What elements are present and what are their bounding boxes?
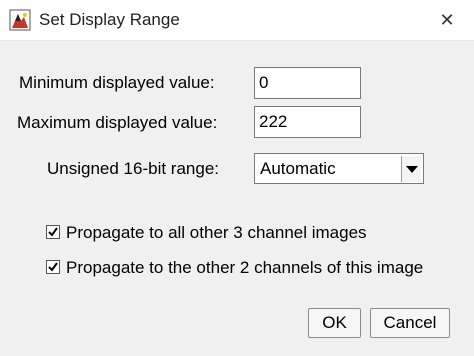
imagej-icon	[9, 9, 31, 31]
minimum-value-label: Minimum displayed value:	[19, 73, 215, 92]
check-icon	[48, 227, 58, 237]
maximum-value-label: Maximum displayed value:	[17, 113, 218, 132]
propagate-all-checkbox[interactable]	[46, 225, 60, 239]
propagate-all-option[interactable]: Propagate to all other 3 channel images	[46, 223, 406, 243]
dialog-body: Minimum displayed value: Maximum display…	[0, 41, 474, 356]
cancel-button-label: Cancel	[383, 313, 437, 332]
minimum-value-field[interactable]	[254, 67, 361, 99]
range-dropdown[interactable]: Automatic	[254, 153, 424, 184]
window-title: Set Display Range	[39, 10, 180, 29]
check-icon	[48, 262, 58, 272]
maximum-value-field[interactable]	[254, 106, 361, 138]
range-selected-value: Automatic	[260, 159, 336, 178]
cancel-button[interactable]: Cancel	[370, 308, 450, 338]
title-bar: Set Display Range ✕	[0, 0, 474, 41]
propagate-channels-checkbox[interactable]	[46, 260, 60, 274]
close-icon[interactable]: ✕	[436, 9, 458, 31]
ok-button-label: OK	[322, 313, 347, 332]
chevron-down-icon[interactable]	[401, 156, 421, 182]
propagate-all-label: Propagate to all other 3 channel images	[66, 223, 367, 242]
propagate-channels-option[interactable]: Propagate to the other 2 channels of thi…	[46, 258, 466, 278]
ok-button[interactable]: OK	[308, 308, 361, 338]
propagate-channels-label: Propagate to the other 2 channels of thi…	[66, 258, 424, 277]
range-label: Unsigned 16-bit range:	[47, 159, 220, 178]
